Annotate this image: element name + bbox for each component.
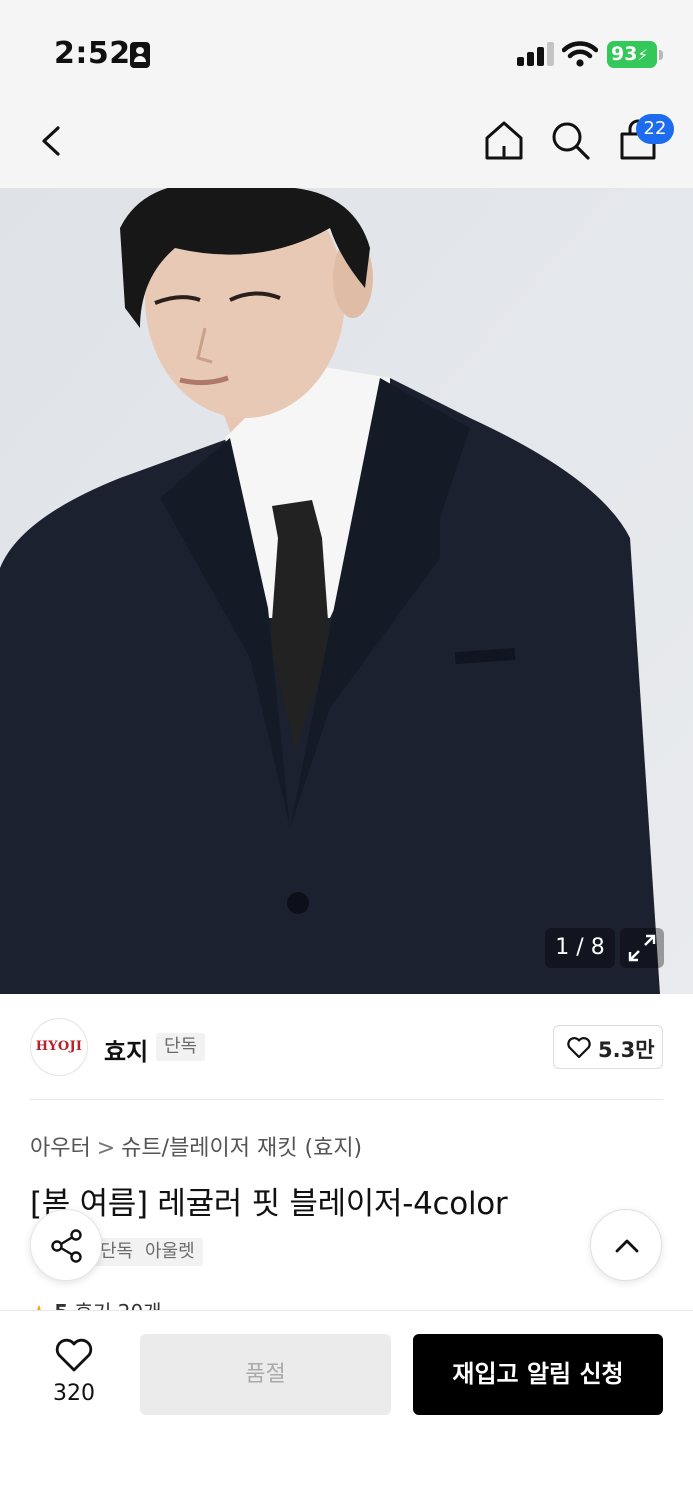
breadcrumb-category[interactable]: 아우터 xyxy=(30,1136,91,1161)
product-title: [봄 여름] 레귤러 핏 블레이저-4color xyxy=(30,1186,508,1222)
restock-alert-button[interactable]: 재입고 알림 신청 xyxy=(413,1334,663,1415)
brand-name[interactable]: 효지 xyxy=(104,1032,148,1067)
breadcrumb-subcategory[interactable]: 슈트/블레이저 재킷 (효지) xyxy=(121,1136,362,1161)
brand-like-button[interactable]: 5.3만 xyxy=(553,1025,663,1069)
exclusive-tag: 단독 xyxy=(156,1033,206,1061)
heart-icon xyxy=(567,1037,591,1059)
wishlist-heart-icon[interactable] xyxy=(54,1338,94,1374)
scroll-to-top-button[interactable] xyxy=(590,1209,662,1281)
wishlist-count: 320 xyxy=(53,1381,95,1406)
breadcrumb-separator: > xyxy=(96,1136,116,1161)
product-image-gallery[interactable] xyxy=(0,188,693,994)
share-icon xyxy=(51,1229,82,1263)
search-icon[interactable] xyxy=(548,118,592,162)
battery-indicator: 93⚡ xyxy=(607,41,657,68)
home-icon[interactable] xyxy=(482,118,526,162)
contact-card-icon xyxy=(130,42,150,68)
back-arrow-icon[interactable] xyxy=(36,120,70,162)
wifi-icon xyxy=(562,41,598,67)
expand-icon xyxy=(628,934,656,962)
brand-logo[interactable]: HYOJI xyxy=(30,1018,88,1076)
breadcrumb: 아우터 > 슈트/블레이저 재킷 (효지) xyxy=(30,1130,362,1162)
charging-bolt-icon: ⚡ xyxy=(637,46,648,64)
status-bar: 2:52 93⚡ xyxy=(0,0,693,100)
soldout-button[interactable]: 품절 xyxy=(140,1334,391,1415)
brand-like-count: 5.3만 xyxy=(598,1038,655,1062)
fullscreen-button[interactable] xyxy=(620,928,664,968)
image-pager: 1 / 8 xyxy=(545,928,615,968)
battery-tip xyxy=(659,50,663,60)
cart-count-badge: 22 xyxy=(636,114,674,144)
product-tag-outlet: 아울렛 xyxy=(137,1238,203,1266)
top-nav-bar xyxy=(0,100,693,188)
status-time: 2:52 xyxy=(54,36,131,71)
product-photo xyxy=(0,188,693,994)
chevron-up-icon xyxy=(615,1239,639,1253)
cellular-signal-icon xyxy=(517,42,554,66)
battery-level: 93 xyxy=(611,43,638,65)
section-divider xyxy=(30,1099,663,1100)
share-button[interactable] xyxy=(30,1209,102,1281)
